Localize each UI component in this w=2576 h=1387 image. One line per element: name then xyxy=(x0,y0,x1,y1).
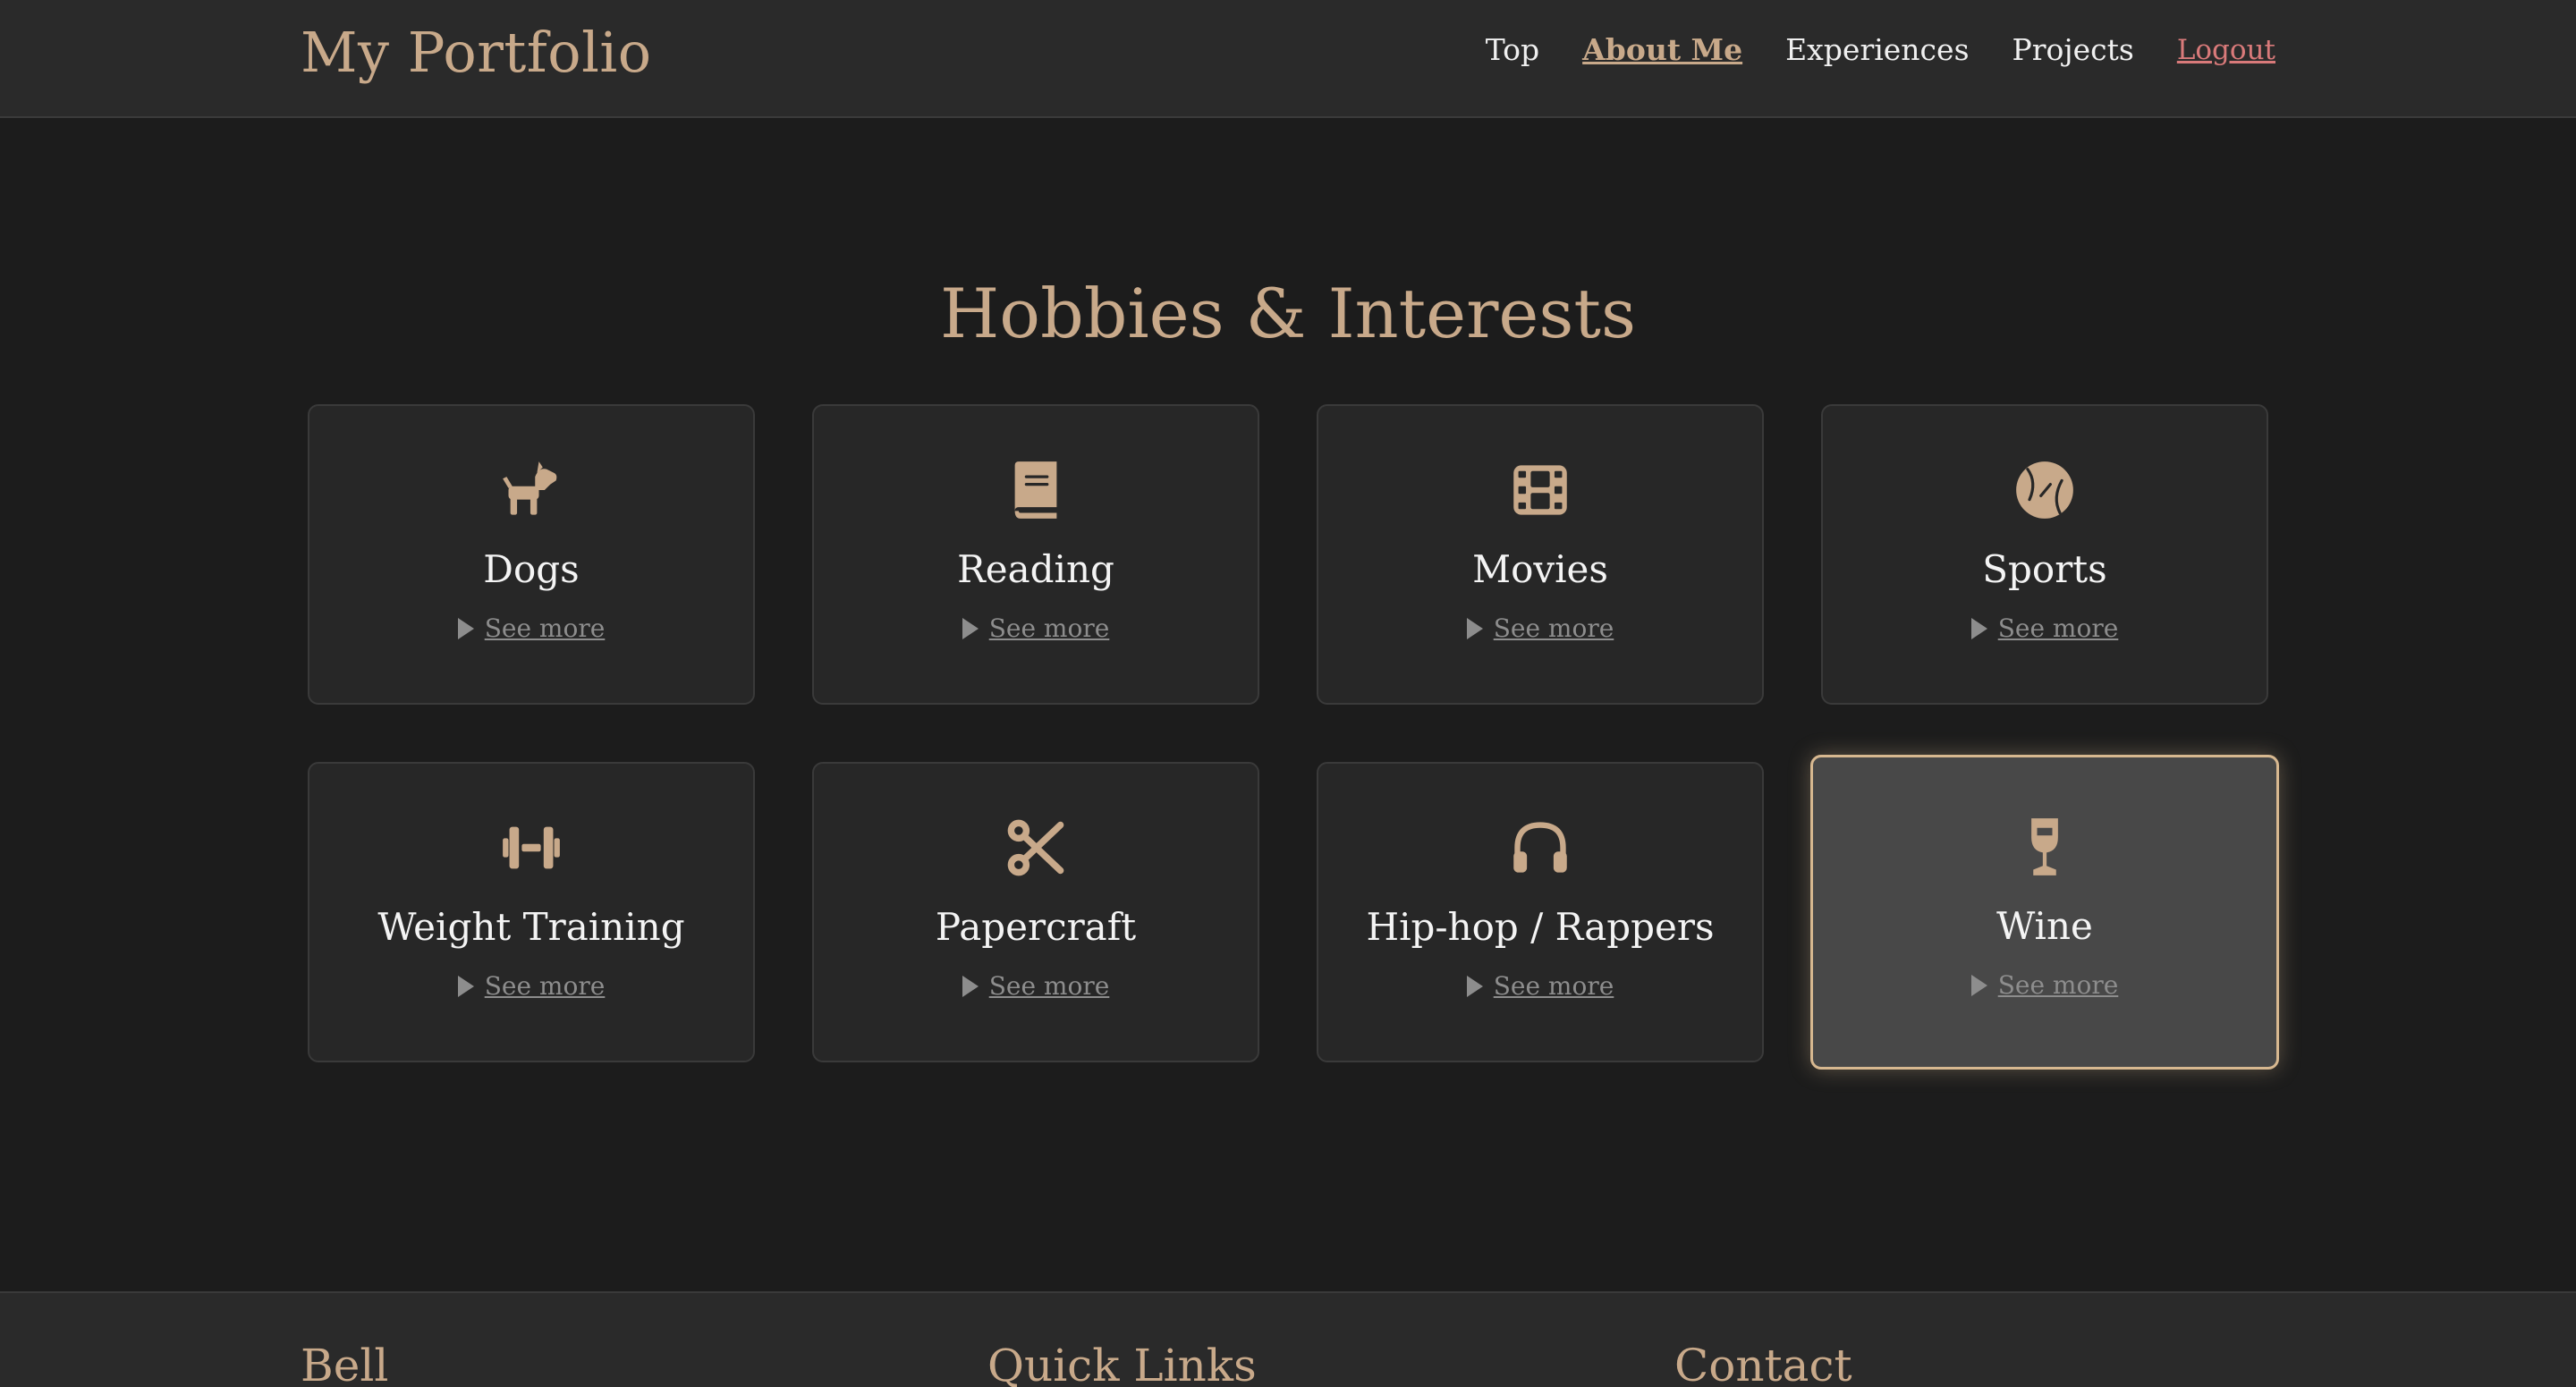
hobby-label: Hip-hop / Rappers xyxy=(1366,905,1715,949)
see-more-text: See more xyxy=(988,613,1110,643)
site-header: My Portfolio Top About Me Experiences Pr… xyxy=(0,0,2576,118)
see-more-link[interactable]: See more xyxy=(309,971,753,1001)
hobby-card-movies[interactable]: Movies See more xyxy=(1317,404,1764,705)
hobby-card-hip-hop[interactable]: Hip-hop / Rappers See more xyxy=(1317,762,1764,1062)
see-more-text: See more xyxy=(1997,613,2119,643)
nav-about-me[interactable]: About Me xyxy=(1582,32,1742,67)
hobby-card-dogs[interactable]: Dogs See more xyxy=(308,404,755,705)
see-more-text: See more xyxy=(1493,613,1614,643)
hobbies-grid: Dogs See more Reading See more Movies Se… xyxy=(308,404,2279,1070)
nav-projects[interactable]: Projects xyxy=(2012,32,2134,67)
see-more-text: See more xyxy=(1997,970,2119,1000)
section-title: Hobbies & Interests xyxy=(940,274,1636,353)
nav-experiences[interactable]: Experiences xyxy=(1785,32,1969,67)
hobby-label: Dogs xyxy=(483,547,580,591)
play-triangle-icon xyxy=(1970,617,1987,639)
see-more-text: See more xyxy=(484,971,606,1001)
nav-logout[interactable]: Logout xyxy=(2177,34,2275,66)
footer-quick-links-heading: Quick Links xyxy=(987,1340,1257,1387)
play-triangle-icon xyxy=(962,975,979,997)
hobby-label: Wine xyxy=(1996,904,2093,948)
hobby-card-reading[interactable]: Reading See more xyxy=(812,404,1259,705)
see-more-text: See more xyxy=(988,971,1110,1001)
hobby-label: Sports xyxy=(1982,547,2107,591)
see-more-text: See more xyxy=(484,613,606,643)
see-more-text: See more xyxy=(1493,971,1614,1001)
see-more-link[interactable]: See more xyxy=(1813,970,2276,1000)
site-brand[interactable]: My Portfolio xyxy=(301,20,652,85)
see-more-link[interactable]: See more xyxy=(814,971,1258,1001)
see-more-link[interactable]: See more xyxy=(1318,613,1762,643)
see-more-link[interactable]: See more xyxy=(1318,971,1762,1001)
hobby-label: Papercraft xyxy=(935,905,1137,949)
hobby-label: Reading xyxy=(957,547,1114,591)
play-triangle-icon xyxy=(962,617,979,639)
hobby-card-wine[interactable]: Wine See more xyxy=(1810,755,2279,1070)
see-more-link[interactable]: See more xyxy=(814,613,1258,643)
footer-contact-heading: Contact xyxy=(1674,1340,1852,1387)
dog-icon xyxy=(499,458,564,522)
hobby-label: Weight Training xyxy=(377,905,685,949)
hobby-card-weight-training[interactable]: Weight Training See more xyxy=(308,762,755,1062)
nav-top[interactable]: Top xyxy=(1486,32,1539,67)
play-triangle-icon xyxy=(1970,974,1987,996)
wine-glass-icon xyxy=(2012,815,2077,879)
footer-brand-heading: Bell xyxy=(301,1340,389,1387)
see-more-link[interactable]: See more xyxy=(309,613,753,643)
scissors-icon xyxy=(1004,816,1068,880)
site-footer: Bell Quick Links Contact xyxy=(0,1291,2576,1387)
play-triangle-icon xyxy=(1466,975,1483,997)
play-triangle-icon xyxy=(1466,617,1483,639)
baseball-icon xyxy=(2012,458,2077,522)
play-triangle-icon xyxy=(457,617,474,639)
headphones-icon xyxy=(1508,816,1572,880)
book-icon xyxy=(1004,458,1068,522)
hobby-card-sports[interactable]: Sports See more xyxy=(1821,404,2268,705)
play-triangle-icon xyxy=(457,975,474,997)
film-icon xyxy=(1508,458,1572,522)
dumbbell-icon xyxy=(499,816,564,880)
main-nav: Top About Me Experiences Projects Logout xyxy=(1486,32,2275,67)
see-more-link[interactable]: See more xyxy=(1823,613,2267,643)
hobby-label: Movies xyxy=(1472,547,1608,591)
hobby-card-papercraft[interactable]: Papercraft See more xyxy=(812,762,1259,1062)
